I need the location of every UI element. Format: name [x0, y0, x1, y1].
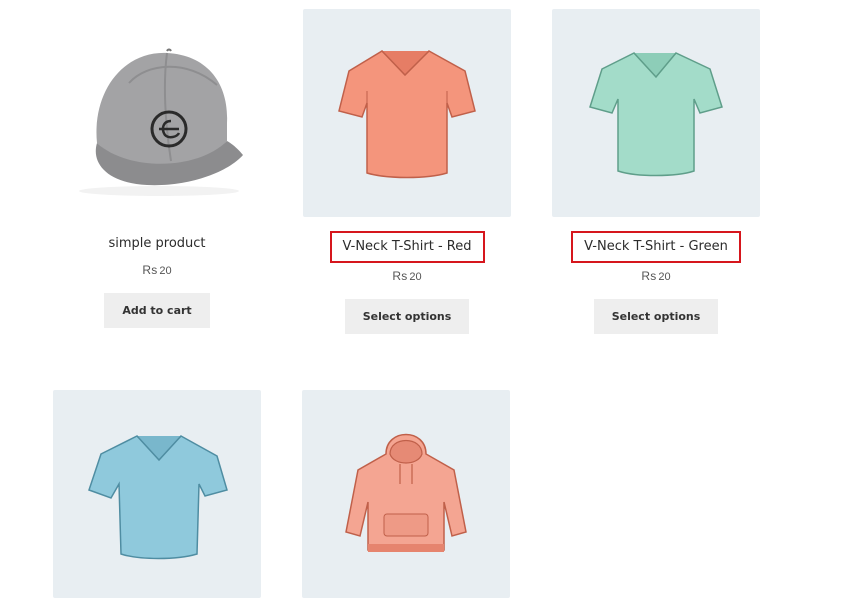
product-title[interactable]: V-Neck T-Shirt - Red — [329, 231, 485, 263]
product-image[interactable] — [53, 390, 261, 598]
product-grid: simple product Rs 20 Add to cart V-Neck T… — [0, 0, 842, 610]
product-image[interactable] — [552, 9, 760, 217]
product-image[interactable] — [302, 390, 510, 598]
product-price: Rs 20 — [142, 263, 172, 277]
product-title[interactable]: V-Neck T-Shirt - Green — [571, 231, 741, 263]
cap-icon — [79, 48, 243, 196]
tshirt-blue-icon — [88, 435, 228, 560]
add-to-cart-button[interactable]: Add to cart — [104, 293, 210, 328]
product-card: V-Neck T-Shirt - Green Rs 20 Select optio… — [552, 9, 760, 334]
product-image[interactable] — [53, 9, 261, 217]
product-image[interactable] — [303, 9, 511, 217]
select-options-button[interactable]: Select options — [593, 299, 719, 334]
hoodie-icon — [345, 433, 467, 552]
product-price: Rs 20 — [641, 269, 671, 283]
product-title[interactable]: simple product — [96, 231, 217, 257]
product-card — [53, 390, 261, 598]
tshirt-red-icon — [338, 50, 476, 179]
product-card: V-Neck T-Shirt - Red Rs 20 Select options — [303, 9, 511, 334]
select-options-button[interactable]: Select options — [344, 299, 470, 334]
product-price: Rs 20 — [392, 269, 422, 283]
product-card — [302, 390, 510, 598]
product-card: simple product Rs 20 Add to cart — [53, 9, 261, 328]
tshirt-green-icon — [589, 52, 723, 177]
